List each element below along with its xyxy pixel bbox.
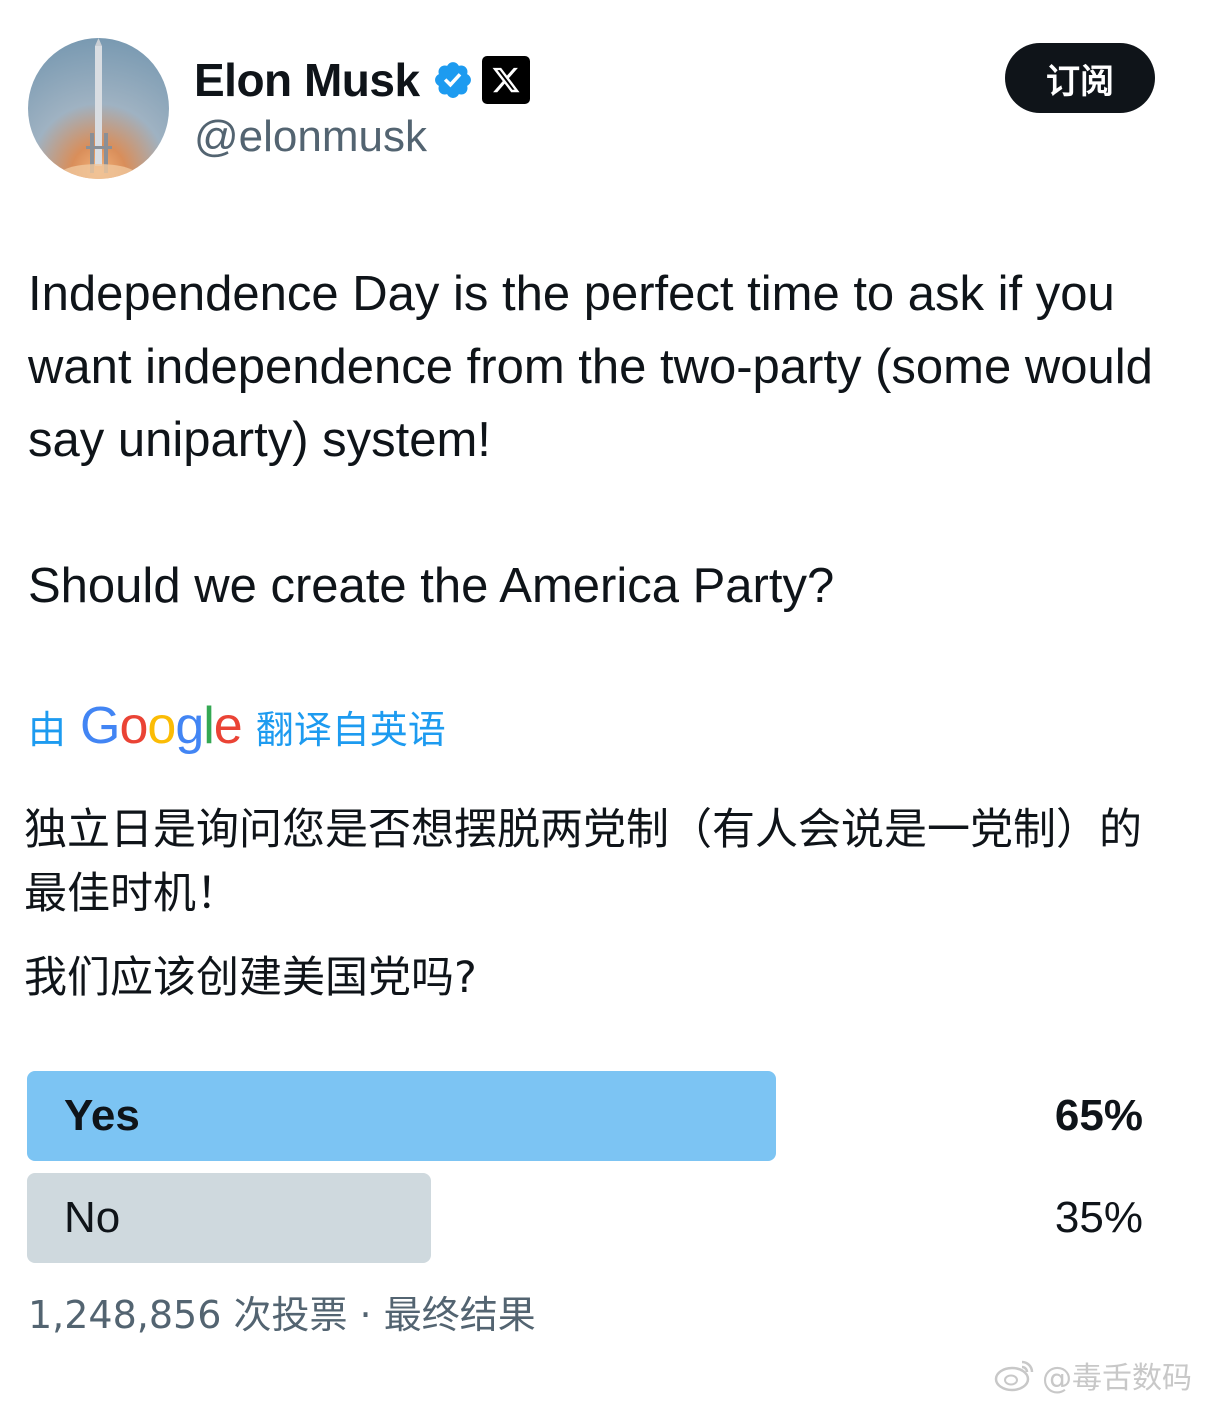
avatar[interactable] (28, 38, 169, 179)
poll-option-yes-label: Yes (64, 1091, 140, 1140)
poll-option-no-percent: 35% (1054, 1193, 1143, 1242)
verified-badge-icon (434, 62, 471, 98)
watermark: @毒舌数码 (994, 1353, 1192, 1397)
translation-prefix: 由 (28, 707, 67, 752)
weibo-icon (994, 1360, 1034, 1392)
translated-body: 独立日是询问您是否想摆脱两党制（有人会说是一党制）的最佳时机！ 我们应该创建美国… (24, 798, 1184, 1010)
author-name[interactable]: Elon Musk (194, 53, 420, 107)
poll-meta: 1,248,856 次投票 · 最终结果 (28, 1293, 536, 1337)
google-logo: Google (80, 697, 243, 755)
tweet-question: Should we create the America Party? (28, 559, 835, 613)
subscribe-button[interactable]: 订阅 (1005, 43, 1155, 113)
x-logo-icon (481, 56, 530, 104)
translated-paragraph: 独立日是询问您是否想摆脱两党制（有人会说是一党制）的最佳时机！ (24, 805, 1142, 919)
tweet-paragraph: Independence Day is the perfect time to … (28, 267, 1153, 467)
poll-option-yes-percent: 65% (1054, 1091, 1143, 1140)
watermark-text: @毒舌数码 (1042, 1361, 1192, 1396)
translation-suffix: 翻译自英语 (255, 707, 446, 752)
translation-attribution[interactable]: 由 Google 翻译自英语 (28, 696, 446, 756)
rocket-icon (58, 38, 138, 179)
tweet-body: Independence Day is the perfect time to … (28, 258, 1178, 623)
poll-option-no-label: No (64, 1193, 121, 1242)
translated-question: 我们应该创建美国党吗? (24, 953, 477, 1003)
author-name-row: Elon Musk (194, 50, 530, 110)
author-handle[interactable]: @elonmusk (194, 112, 427, 162)
